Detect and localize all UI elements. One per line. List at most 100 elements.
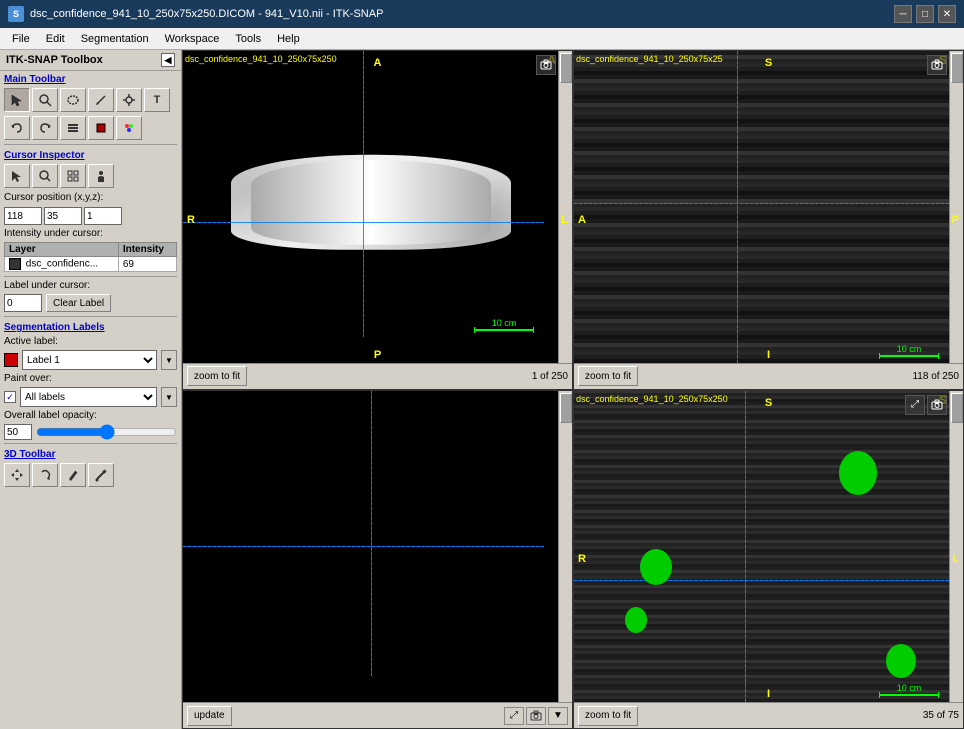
opacity-label: Overall label opacity: xyxy=(4,410,97,421)
app-icon: S xyxy=(8,6,24,22)
active-label-select[interactable]: Label 1 xyxy=(22,350,157,370)
axial-mri-image xyxy=(231,155,511,250)
3d-paint-button[interactable] xyxy=(60,463,86,487)
cursor-z-input[interactable] xyxy=(84,207,122,225)
coronal-camera-button[interactable] xyxy=(927,55,947,75)
sagittal-expand-button[interactable]: ⤢ xyxy=(905,395,925,415)
layers-button[interactable] xyxy=(60,116,86,140)
opacity-slider[interactable] xyxy=(36,425,177,439)
sagittal-camera-button[interactable] xyxy=(927,395,947,415)
menu-bar: File Edit Segmentation Workspace Tools H… xyxy=(0,28,964,50)
viewport-bottom-left: update ⤢ ▼ xyxy=(182,390,573,729)
sagittal-header: dsc_confidence_941_10_250x75x250 xyxy=(576,393,728,405)
undo-button[interactable] xyxy=(4,116,30,140)
axial-slice-info: 1 of 250 xyxy=(532,371,568,382)
cursor-inspector-header: Cursor Inspector xyxy=(0,147,181,162)
menu-file[interactable]: File xyxy=(4,31,38,47)
paint-dropdown-button[interactable]: ▼ xyxy=(161,387,177,407)
3d-camera-icon[interactable] xyxy=(526,707,546,725)
sagittal-crosshair-vertical xyxy=(745,391,746,703)
coronal-zoom-button[interactable]: zoom to fit xyxy=(578,366,638,386)
intensity-label: Intensity under cursor: xyxy=(0,227,181,240)
toolbox-collapse-button[interactable]: ◀ xyxy=(161,53,175,67)
label-dropdown-button[interactable]: ▼ xyxy=(161,350,177,370)
divider-3 xyxy=(4,316,177,317)
axial-filename: dsc_confidence_941_10_250x75x250 xyxy=(185,54,337,64)
axial-zoom-button[interactable]: zoom to fit xyxy=(187,366,247,386)
menu-help[interactable]: Help xyxy=(269,31,308,47)
pencil-tool-button[interactable] xyxy=(88,88,114,112)
menu-tools[interactable]: Tools xyxy=(227,31,269,47)
axial-top-dir-label: A xyxy=(374,57,382,69)
sagittal-left-dir-label: R xyxy=(578,553,586,565)
sagittal-scrollbar[interactable] xyxy=(949,391,963,703)
clear-label-button[interactable]: Clear Label xyxy=(46,294,111,312)
3d-scrollbar[interactable] xyxy=(558,391,572,703)
minimize-button[interactable]: ─ xyxy=(894,5,912,23)
crosshair-tool-button[interactable] xyxy=(116,88,142,112)
intensity-value-cell: 69 xyxy=(118,257,176,272)
sagittal-zoom-button[interactable]: zoom to fit xyxy=(578,706,638,726)
axial-scrollbar[interactable] xyxy=(558,51,572,363)
menu-workspace[interactable]: Workspace xyxy=(157,31,228,47)
coronal-header: dsc_confidence_941_10_250x75x25 xyxy=(576,53,723,65)
close-button[interactable]: ✕ xyxy=(938,5,956,23)
3d-update-button[interactable]: update xyxy=(187,706,232,726)
coronal-slice-info: 118 of 250 xyxy=(912,371,959,382)
person-inspect-button[interactable] xyxy=(88,164,114,188)
coronal-scrollbar[interactable] xyxy=(949,51,963,363)
zoom-inspect-button[interactable] xyxy=(32,164,58,188)
coronal-crosshair-vertical xyxy=(737,51,738,363)
layer-color-swatch xyxy=(9,258,21,270)
seg-blob-4 xyxy=(886,644,916,678)
cursor-position-label: Cursor position (x,y,z): xyxy=(4,192,103,203)
3d-move-button[interactable] xyxy=(4,463,30,487)
label-value-input[interactable] xyxy=(4,294,42,312)
axial-left-dir-label: R xyxy=(187,214,195,226)
segment-button[interactable] xyxy=(88,116,114,140)
active-label-row: Active label: xyxy=(0,334,181,349)
toolbar-3d-row xyxy=(0,461,181,489)
cursor-tool-button[interactable] xyxy=(4,88,30,112)
3d-controls: update ⤢ ▼ xyxy=(183,702,572,728)
label-select-row: Label 1 ▼ xyxy=(0,349,181,371)
label-row: Clear Label xyxy=(0,292,181,314)
lasso-tool-button[interactable] xyxy=(60,88,86,112)
label-under-cursor-label: Label under cursor: xyxy=(0,279,181,292)
inspector-tools xyxy=(0,162,181,190)
divider-2 xyxy=(4,276,177,277)
3d-dropper-button[interactable] xyxy=(88,463,114,487)
cursor-inspect-button[interactable] xyxy=(4,164,30,188)
paint-over-text: Paint over: xyxy=(4,373,52,384)
magnify-tool-button[interactable] xyxy=(32,88,58,112)
coronal-left-dir-label: A xyxy=(578,214,586,226)
seg-labels-header: Segmentation Labels xyxy=(0,319,181,334)
opacity-row: Overall label opacity: xyxy=(0,408,181,423)
title-bar: S dsc_confidence_941_10_250x75x250.DICOM… xyxy=(0,0,964,28)
cursor-y-input[interactable] xyxy=(44,207,82,225)
menu-segmentation[interactable]: Segmentation xyxy=(73,31,157,47)
3d-more-icon[interactable]: ▼ xyxy=(548,707,568,725)
axial-canvas: 10 cm xyxy=(183,51,558,363)
paint-over-row: Paint over: xyxy=(0,371,181,386)
menu-edit[interactable]: Edit xyxy=(38,31,73,47)
cursor-x-input[interactable] xyxy=(4,207,42,225)
paint-over-select[interactable]: All labels xyxy=(20,387,157,407)
redo-button[interactable] xyxy=(32,116,58,140)
grid-inspect-button[interactable] xyxy=(60,164,86,188)
opacity-value-input[interactable] xyxy=(4,424,32,440)
sagittal-slice-info: 35 of 75 xyxy=(923,710,959,721)
3d-expand-icon[interactable]: ⤢ xyxy=(504,707,524,725)
coronal-filename: dsc_confidence_941_10_250x75x25 xyxy=(576,54,723,64)
layer-header: Layer xyxy=(5,243,119,257)
3d-rotate-button[interactable] xyxy=(32,463,58,487)
maximize-button[interactable]: □ xyxy=(916,5,934,23)
text-tool-button[interactable]: T xyxy=(144,88,170,112)
sagittal-bottom-dir-label: I xyxy=(767,688,770,700)
active-label-text: Active label: xyxy=(4,336,58,347)
seg-blob-3 xyxy=(625,607,647,633)
color-button[interactable] xyxy=(116,116,142,140)
coronal-right-dir-label: P xyxy=(952,214,959,226)
axial-camera-button[interactable] xyxy=(536,55,556,75)
all-labels-checkbox[interactable]: ✓ xyxy=(4,391,16,403)
